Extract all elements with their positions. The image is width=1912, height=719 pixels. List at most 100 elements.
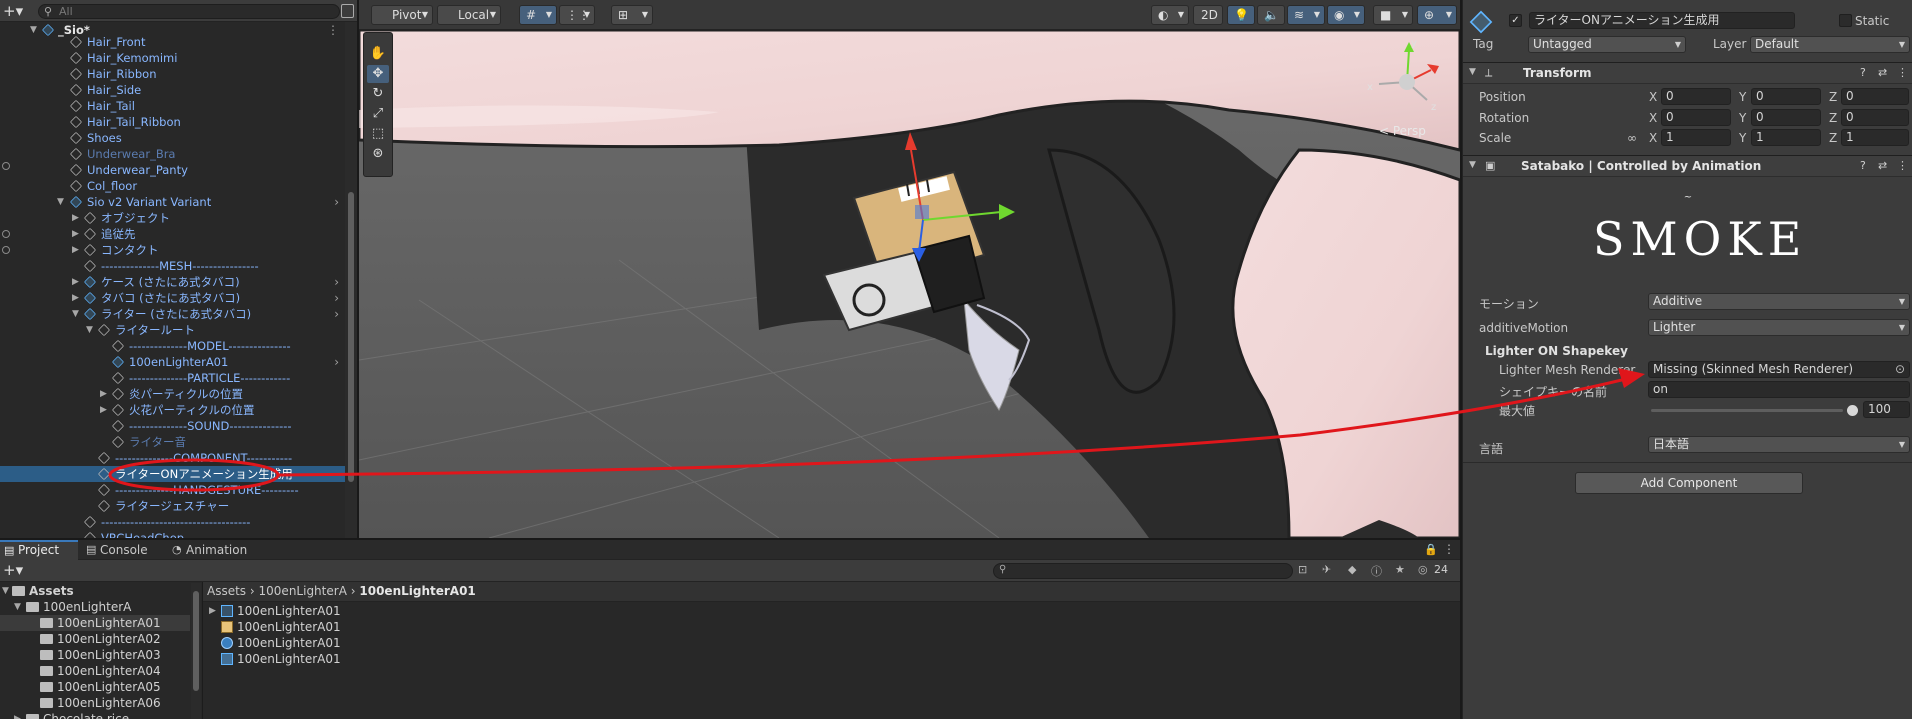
hierarchy-item[interactable]: Hair_Ribbon xyxy=(0,66,345,82)
hierarchy-item[interactable]: ▼ Sio v2 Variant Variant › xyxy=(0,194,345,210)
hierarchy-item-selected[interactable]: ライターONアニメーション生成用 xyxy=(0,466,345,482)
position-y-input[interactable]: 0 xyxy=(1751,88,1821,105)
shapekey-name-input[interactable]: on xyxy=(1648,381,1910,398)
scene-render[interactable]: y x z xyxy=(359,0,1460,538)
preset-icon[interactable]: ⇄ xyxy=(1878,159,1887,172)
fold-arrow-icon[interactable]: ▼ xyxy=(1469,67,1476,77)
info-icon[interactable]: ⓘ xyxy=(1371,563,1382,579)
help-icon[interactable]: ? xyxy=(1860,66,1866,79)
hierarchy-search-input[interactable]: ⚲ All xyxy=(38,4,340,19)
hierarchy-item[interactable]: ▶ タバコ (さたにあ式タバコ) › xyxy=(0,290,345,306)
breadcrumb-current[interactable]: 100enLighterA01 xyxy=(359,584,475,598)
label-icon[interactable]: ◆ xyxy=(1348,563,1356,576)
folder-item[interactable]: ▶ Chocolate rice xyxy=(0,711,190,719)
lighting-toggle-button[interactable]: 💡 xyxy=(1227,5,1255,25)
project-search-input[interactable]: ⚲ xyxy=(993,563,1293,579)
hierarchy-item[interactable]: ▼ ライター (さたにあ式タバコ) › xyxy=(0,306,345,322)
hierarchy-scrollbar[interactable] xyxy=(345,22,357,538)
hierarchy-item[interactable]: ▶ コンタクト xyxy=(0,242,345,258)
preset-icon[interactable]: ⇄ xyxy=(1878,66,1887,79)
tab-animation[interactable]: ◔ Animation xyxy=(168,540,268,560)
open-prefab-icon[interactable]: › xyxy=(334,354,339,370)
fold-arrow-icon[interactable]: ▼ xyxy=(72,306,79,322)
folder-item[interactable]: ▼ Assets xyxy=(0,583,190,599)
2d-toggle-button[interactable]: 2D xyxy=(1193,5,1223,25)
scrollbar-thumb[interactable] xyxy=(348,192,354,482)
hierarchy-item[interactable]: --------------COMPONENT----------- xyxy=(0,450,345,466)
rotate-tool-icon[interactable]: ↻ xyxy=(367,85,389,103)
hierarchy-item[interactable]: 100enLighterA01 › xyxy=(0,354,345,370)
tab-console[interactable]: ▤ Console xyxy=(82,540,164,560)
hierarchy-item[interactable]: ライタージェスチャー xyxy=(0,498,345,514)
hierarchy-item[interactable]: Hair_Tail_Ribbon xyxy=(0,114,345,130)
create-asset-icon[interactable]: +▾ xyxy=(3,561,23,579)
pivot-dropdown[interactable]: Pivot ▼ xyxy=(371,5,433,25)
rect-tool-icon[interactable]: ⬚ xyxy=(367,125,389,143)
folder-item[interactable]: 100enLighterA06 xyxy=(0,695,190,711)
hand-tool-icon[interactable]: ✋ xyxy=(367,45,389,63)
rotation-z-input[interactable]: 0 xyxy=(1841,109,1909,126)
hidden-packages-icon[interactable]: ◎ xyxy=(1418,563,1428,576)
rotation-y-input[interactable]: 0 xyxy=(1751,109,1821,126)
hierarchy-item[interactable]: Hair_Kemomimi xyxy=(0,50,345,66)
max-value-slider[interactable] xyxy=(1651,409,1843,412)
favorite-star-icon[interactable]: ★ xyxy=(1395,563,1405,576)
help-icon[interactable]: ? xyxy=(1860,159,1866,172)
hierarchy-item[interactable]: --------------SOUND--------------- xyxy=(0,418,345,434)
add-object-icon[interactable]: +▾ xyxy=(3,2,23,20)
filter-icon[interactable]: ✈ xyxy=(1322,563,1331,576)
position-x-input[interactable]: 0 xyxy=(1661,88,1731,105)
constrain-scale-icon[interactable]: ∞ xyxy=(1627,131,1637,145)
open-prefab-icon[interactable]: › xyxy=(334,290,339,306)
local-dropdown[interactable]: Local ▼ xyxy=(437,5,501,25)
static-checkbox[interactable] xyxy=(1839,14,1852,27)
more-options-icon[interactable]: ⋮ xyxy=(1897,159,1908,172)
hierarchy-item[interactable]: Hair_Side xyxy=(0,82,345,98)
object-name-input[interactable]: ライターONアニメーション生成用 xyxy=(1529,12,1795,29)
hierarchy-item[interactable]: VRCHeadChop xyxy=(0,530,345,538)
hierarchy-item[interactable]: --------------HANDGESTURE--------- xyxy=(0,482,345,498)
hierarchy-item[interactable]: ▶ ケース (さたにあ式タバコ) › xyxy=(0,274,345,290)
tag-dropdown[interactable]: Untagged ▼ xyxy=(1528,36,1686,53)
fold-arrow-icon[interactable]: ▶ xyxy=(100,402,107,418)
audio-toggle-button[interactable]: 🔈 xyxy=(1257,5,1285,25)
fold-arrow-icon[interactable]: ▶ xyxy=(209,603,216,619)
hierarchy-item[interactable]: Hair_Front xyxy=(0,34,345,50)
scale-y-input[interactable]: 1 xyxy=(1751,129,1821,146)
grid-snap-button[interactable]: # ▼ xyxy=(519,5,557,25)
fold-arrow-icon[interactable]: ▼ xyxy=(14,599,21,615)
scale-z-input[interactable]: 1 xyxy=(1841,129,1909,146)
hierarchy-item[interactable]: --------------PARTICLE------------ xyxy=(0,370,345,386)
transform-header[interactable]: ▼ ⟂ Transform ? ⇄ ⋮ xyxy=(1463,62,1912,84)
gizmos-dropdown[interactable]: ⊕ ▼ xyxy=(1417,5,1457,25)
hierarchy-item[interactable]: ライター音 xyxy=(0,434,345,450)
fold-arrow-icon[interactable]: ▼ xyxy=(57,194,64,210)
scale-tool-icon[interactable]: ⤢ xyxy=(367,105,389,123)
fold-arrow-icon[interactable]: ▼ xyxy=(2,583,9,599)
search-by-type-icon[interactable]: ⊡ xyxy=(1298,563,1307,576)
scrollbar-thumb[interactable] xyxy=(193,591,199,691)
additive-motion-dropdown[interactable]: Lighter ▼ xyxy=(1648,319,1910,336)
open-prefab-icon[interactable]: › xyxy=(334,274,339,290)
move-tool-icon[interactable]: ✥ xyxy=(367,65,389,83)
hierarchy-item[interactable]: ------------------------------------ xyxy=(0,514,345,530)
scene-visibility-icon[interactable] xyxy=(341,4,354,18)
projection-label[interactable]: < Persp xyxy=(1379,124,1426,138)
scale-x-input[interactable]: 1 xyxy=(1661,129,1731,146)
position-z-input[interactable]: 0 xyxy=(1841,88,1909,105)
fold-arrow-icon[interactable]: ▶ xyxy=(14,711,21,719)
motion-dropdown[interactable]: Additive ▼ xyxy=(1648,293,1910,310)
folder-item[interactable]: ▼ 100enLighterA xyxy=(0,599,190,615)
hierarchy-item[interactable]: ▼ ライタールート xyxy=(0,322,345,338)
open-prefab-icon[interactable]: › xyxy=(334,306,339,322)
panel-divider[interactable] xyxy=(202,582,203,719)
folder-item[interactable]: 100enLighterA03 xyxy=(0,647,190,663)
folder-item[interactable]: 100enLighterA05 xyxy=(0,679,190,695)
hierarchy-item[interactable]: Col_floor xyxy=(0,178,345,194)
align-button[interactable]: ⊞ ▼ xyxy=(611,5,653,25)
more-options-icon[interactable]: ⋮ xyxy=(1897,66,1908,79)
hierarchy-item[interactable]: ▶ 炎パーティクルの位置 xyxy=(0,386,345,402)
layer-dropdown[interactable]: Default ▼ xyxy=(1750,36,1910,53)
hierarchy-item[interactable]: ▶ 追従先 xyxy=(0,226,345,242)
hierarchy-item[interactable]: ▶ オブジェクト xyxy=(0,210,345,226)
